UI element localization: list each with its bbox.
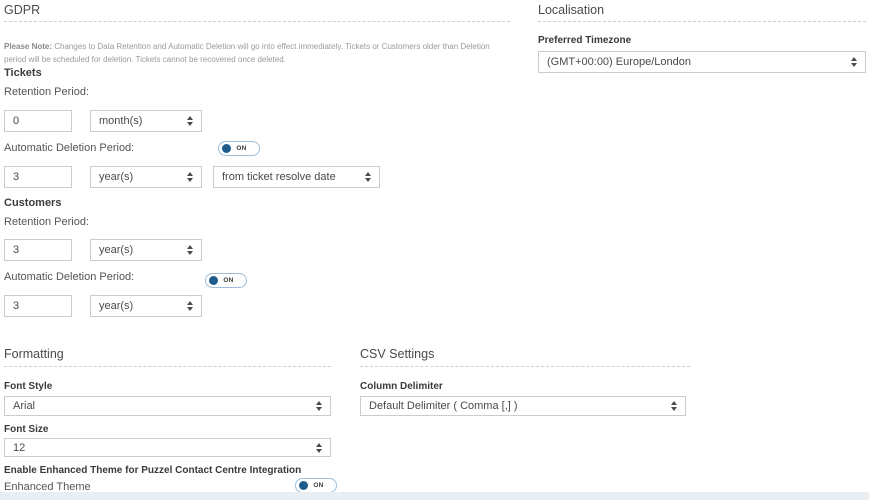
column-delimiter-label: Column Delimiter — [360, 381, 443, 392]
tickets-retention-label: Retention Period: — [4, 86, 89, 98]
tickets-auto-deletion-value-input[interactable] — [4, 166, 72, 188]
csv-section-title: CSV Settings — [360, 347, 434, 361]
formatting-section-title: Formatting — [4, 347, 64, 361]
select-arrows-icon — [365, 172, 371, 182]
preferred-timezone-value: (GMT+00:00) Europe/London — [547, 56, 691, 68]
customers-auto-deletion-unit-select[interactable]: year(s) — [90, 295, 202, 317]
select-arrows-icon — [187, 116, 193, 126]
font-size-select[interactable]: 12 — [4, 438, 331, 457]
select-arrows-icon — [187, 245, 193, 255]
select-arrows-icon — [671, 401, 677, 411]
select-arrows-icon — [187, 301, 193, 311]
enhanced-theme-toggle[interactable]: ON — [295, 478, 337, 493]
font-size-value: 12 — [13, 442, 25, 454]
settings-page: GDPR Please Note: Changes to Data Retent… — [0, 0, 869, 500]
toggle-knob-icon — [209, 276, 218, 285]
gdpr-note-text: Changes to Data Retention and Automatic … — [4, 42, 490, 64]
gdpr-section-divider — [4, 21, 510, 22]
font-style-select[interactable]: Arial — [4, 396, 331, 416]
customers-retention-unit-select[interactable]: year(s) — [90, 239, 202, 261]
csv-section-divider — [360, 366, 690, 367]
tickets-auto-deletion-unit-value: year(s) — [99, 171, 133, 183]
bottom-panel-edge — [0, 492, 869, 500]
tickets-heading: Tickets — [4, 67, 42, 79]
customers-auto-deletion-toggle-state: ON — [223, 277, 237, 284]
tickets-auto-deletion-toggle-state: ON — [236, 145, 250, 152]
customers-retention-label: Retention Period: — [4, 216, 89, 228]
toggle-knob-icon — [222, 144, 231, 153]
select-arrows-icon — [316, 401, 322, 411]
tickets-auto-deletion-unit-select[interactable]: year(s) — [90, 166, 202, 188]
tickets-retention-unit-value: month(s) — [99, 115, 142, 127]
tickets-retention-value-input[interactable] — [4, 110, 72, 132]
customers-retention-unit-value: year(s) — [99, 244, 133, 256]
font-style-value: Arial — [13, 400, 35, 412]
select-arrows-icon — [187, 172, 193, 182]
font-size-label: Font Size — [4, 424, 48, 435]
select-arrows-icon — [316, 443, 322, 453]
gdpr-note: Please Note: Changes to Data Retention a… — [4, 41, 511, 67]
gdpr-note-emphasis: Please Note: — [4, 42, 52, 51]
column-delimiter-select[interactable]: Default Delimiter ( Comma [,] ) — [360, 396, 686, 416]
toggle-knob-icon — [299, 481, 308, 490]
tickets-auto-deletion-toggle[interactable]: ON — [218, 141, 260, 156]
customers-retention-value-input[interactable] — [4, 239, 72, 261]
tickets-retention-unit-select[interactable]: month(s) — [90, 110, 202, 132]
customers-auto-deletion-unit-value: year(s) — [99, 300, 133, 312]
tickets-auto-deletion-from-select[interactable]: from ticket resolve date — [213, 166, 380, 188]
formatting-section-divider — [4, 366, 331, 367]
customers-auto-deletion-value-input[interactable] — [4, 295, 72, 317]
customers-heading: Customers — [4, 197, 61, 209]
customers-auto-deletion-toggle[interactable]: ON — [205, 273, 247, 288]
tickets-auto-deletion-label: Automatic Deletion Period: — [4, 142, 134, 154]
enhanced-theme-toggle-state: ON — [313, 482, 327, 489]
preferred-timezone-label: Preferred Timezone — [538, 35, 631, 46]
customers-auto-deletion-label: Automatic Deletion Period: — [4, 271, 134, 283]
localisation-section-title: Localisation — [538, 3, 604, 17]
select-arrows-icon — [851, 57, 857, 67]
preferred-timezone-select[interactable]: (GMT+00:00) Europe/London — [538, 51, 866, 73]
enhanced-theme-section-label: Enable Enhanced Theme for Puzzel Contact… — [4, 465, 301, 476]
column-delimiter-value: Default Delimiter ( Comma [,] ) — [369, 400, 518, 412]
tickets-auto-deletion-from-value: from ticket resolve date — [222, 171, 336, 183]
font-style-label: Font Style — [4, 381, 52, 392]
gdpr-section-title: GDPR — [4, 3, 40, 17]
localisation-section-divider — [538, 21, 866, 22]
